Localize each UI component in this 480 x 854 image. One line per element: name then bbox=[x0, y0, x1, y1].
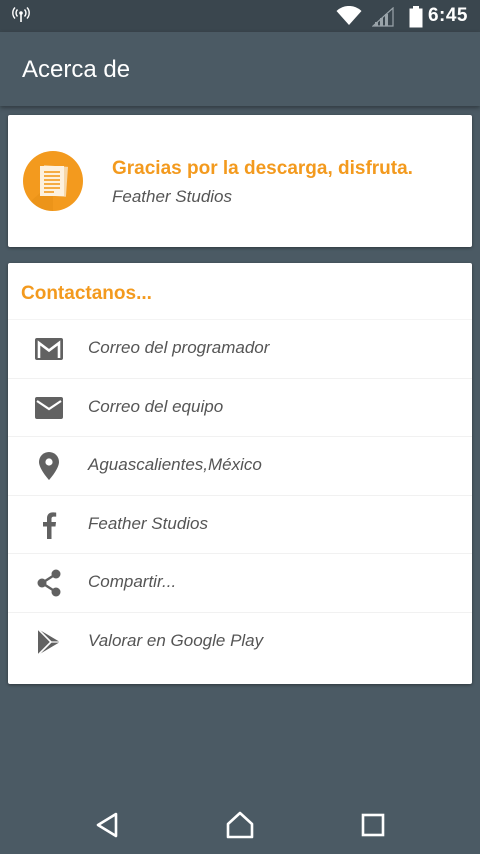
contact-item-share[interactable]: Compartir... bbox=[8, 553, 472, 612]
home-icon bbox=[226, 811, 254, 839]
page-title: Acerca de bbox=[22, 56, 131, 83]
recents-icon bbox=[361, 813, 385, 837]
contact-item-label: Aguascalientes,México bbox=[88, 455, 262, 475]
app-bar: Acerca de bbox=[0, 32, 480, 106]
contact-item-facebook[interactable]: Feather Studios bbox=[8, 494, 472, 554]
facebook-icon bbox=[34, 512, 64, 539]
contact-list: Correo del programador Correo del equipo bbox=[8, 319, 472, 671]
contact-header: Contactanos... bbox=[21, 283, 152, 304]
welcome-card: Gracias por la descarga, disfruta. Feath… bbox=[8, 115, 472, 247]
antenna-icon bbox=[12, 7, 30, 27]
navigation-bar bbox=[0, 790, 480, 854]
status-bar: 6:45 bbox=[0, 0, 480, 32]
contact-item-team-email[interactable]: Correo del equipo bbox=[8, 377, 472, 437]
screen: 6:45 Acerca de Gracias por la descarga, … bbox=[0, 0, 480, 854]
location-pin-icon bbox=[34, 452, 64, 481]
gmail-icon bbox=[34, 336, 64, 362]
contact-card: Contactanos... Correo del programador Co… bbox=[8, 263, 472, 684]
google-play-icon bbox=[34, 628, 64, 656]
battery-icon bbox=[409, 6, 423, 32]
contact-item-label: Valorar en Google Play bbox=[88, 630, 264, 650]
wifi-icon bbox=[336, 5, 362, 30]
share-icon bbox=[34, 569, 64, 597]
back-icon bbox=[96, 812, 118, 838]
mail-icon bbox=[34, 395, 64, 421]
back-button[interactable] bbox=[90, 808, 124, 842]
contact-item-label: Feather Studios bbox=[88, 513, 209, 533]
contact-item-developer-email[interactable]: Correo del programador bbox=[8, 319, 472, 378]
contact-item-rate-google-play[interactable]: Valorar en Google Play bbox=[8, 611, 472, 671]
welcome-title: Gracias por la descarga, disfruta. bbox=[112, 158, 413, 179]
contact-item-label: Compartir... bbox=[88, 572, 177, 592]
contact-item-location[interactable]: Aguascalientes,México bbox=[8, 436, 472, 495]
signal-icon bbox=[371, 6, 394, 31]
recents-button[interactable] bbox=[356, 808, 390, 842]
document-icon bbox=[23, 151, 83, 211]
clock: 6:45 bbox=[427, 5, 468, 26]
contact-item-label: Correo del equipo bbox=[88, 396, 224, 416]
contact-item-label: Correo del programador bbox=[88, 338, 270, 357]
home-button[interactable] bbox=[223, 808, 257, 842]
welcome-subtitle: Feather Studios bbox=[112, 187, 233, 206]
